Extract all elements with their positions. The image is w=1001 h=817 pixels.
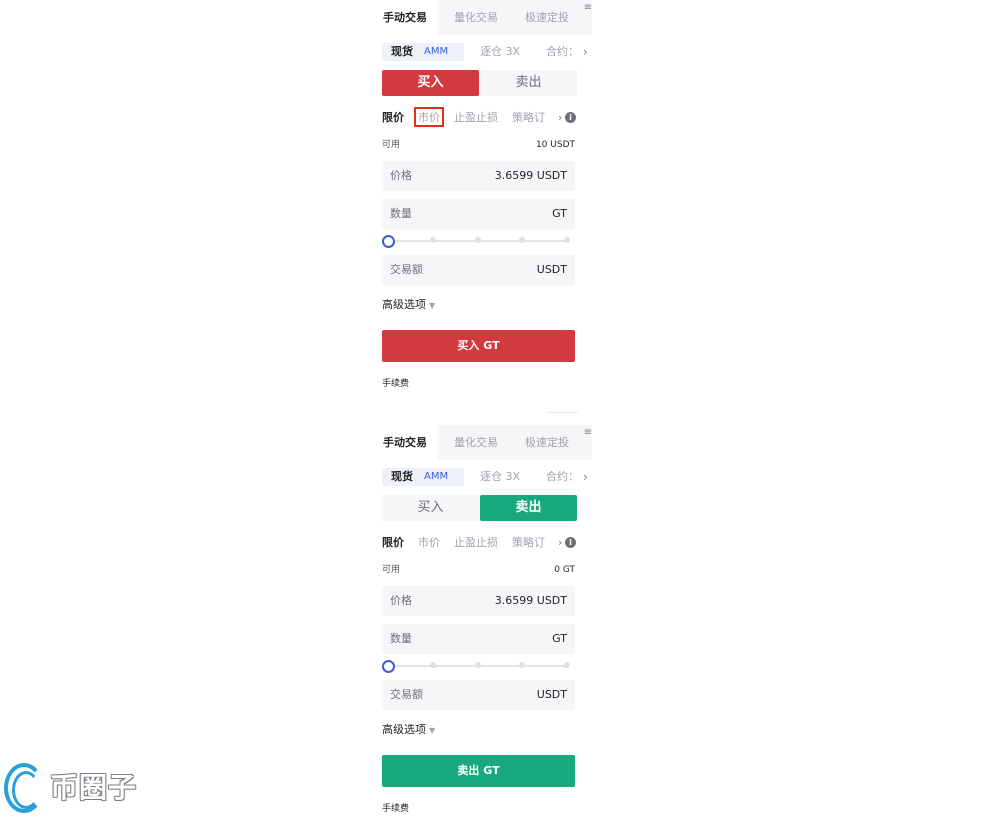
amm-badge: AMM (424, 471, 449, 482)
slider-knob[interactable] (382, 235, 395, 248)
order-type-market[interactable]: 市价 (418, 533, 440, 553)
chevron-right-icon[interactable]: › (558, 108, 562, 128)
total-field[interactable]: 交易额 USDT (382, 680, 575, 710)
amount-slider[interactable] (382, 234, 575, 248)
slider-stop-100[interactable] (564, 237, 570, 243)
contract-tab[interactable]: 合约： (546, 43, 574, 61)
slider-stop-25[interactable] (430, 662, 436, 668)
menu-icon[interactable]: ≡ (584, 428, 592, 438)
total-field[interactable]: 交易额 USDT (382, 255, 575, 285)
total-label: 交易额 (390, 688, 423, 701)
total-unit: USDT (536, 688, 567, 701)
order-type-limit[interactable]: 限价 (382, 108, 404, 128)
order-type-strategy[interactable]: 策略订 (512, 108, 547, 128)
slider-stop-75[interactable] (519, 237, 525, 243)
price-value: 3.6599 USDT (494, 169, 567, 182)
caret-down-icon: ▼ (429, 301, 436, 310)
contract-tab[interactable]: 合约： (546, 468, 574, 486)
quantity-label: 数量 (390, 207, 412, 220)
spot-amm-tab[interactable]: 现货 AMM (382, 468, 464, 486)
tab-auto-invest[interactable]: 极速定投 (525, 0, 569, 35)
quantity-unit: GT (552, 632, 567, 645)
total-unit: USDT (536, 263, 567, 276)
order-type-limit[interactable]: 限价 (382, 533, 404, 553)
slider-stop-25[interactable] (430, 237, 436, 243)
spot-amm-tab[interactable]: 现货 AMM (382, 43, 464, 61)
total-label: 交易额 (390, 263, 423, 276)
fee-label: 手续费 (382, 804, 410, 814)
buy-toggle[interactable]: 买入 (382, 495, 479, 521)
tab-manual-trading[interactable]: 手动交易 (372, 425, 438, 460)
slider-stop-75[interactable] (519, 662, 525, 668)
order-type-tp-sl[interactable]: 止盈止损 (454, 533, 498, 553)
order-type-tp-sl[interactable]: 止盈止损 (454, 108, 498, 128)
buy-sell-switch: 买入 卖出 (382, 70, 577, 96)
slider-knob[interactable] (382, 660, 395, 673)
price-value: 3.6599 USDT (494, 594, 567, 607)
advanced-options-label: 高级选项 (382, 723, 426, 736)
info-icon[interactable]: i (565, 112, 576, 123)
buy-toggle[interactable]: 买入 (382, 70, 479, 96)
order-type-row: 限价 市价 止盈止损 策略订 › i (382, 533, 582, 553)
divider (548, 412, 578, 413)
sell-toggle[interactable]: 卖出 (480, 70, 577, 96)
watermark-text: 币圈子 (50, 771, 138, 804)
tab-quant-trading[interactable]: 量化交易 (454, 0, 498, 35)
available-balance: 可用 10 USDT (382, 138, 575, 152)
available-value: 0 GT (554, 565, 575, 575)
sell-submit-button[interactable]: 卖出 GT (382, 755, 575, 787)
advanced-options-toggle[interactable]: 高级选项 ▼ (382, 721, 435, 739)
advanced-options-toggle[interactable]: 高级选项 ▼ (382, 296, 435, 314)
logo-mark-inner (12, 771, 40, 809)
tab-auto-invest[interactable]: 极速定投 (525, 425, 569, 460)
quantity-field[interactable]: 数量 GT (382, 624, 575, 654)
price-field[interactable]: 价格 3.6599 USDT (382, 586, 575, 616)
menu-icon[interactable]: ≡ (584, 3, 592, 13)
buy-sell-switch: 买入 卖出 (382, 495, 577, 521)
market-type-row: 现货 AMM 逐仓 3X 合约： › (382, 468, 592, 486)
watermark-logo: 币圈子 (0, 757, 160, 817)
price-field[interactable]: 价格 3.6599 USDT (382, 161, 575, 191)
caret-down-icon: ▼ (429, 726, 436, 735)
market-type-row: 现货 AMM 逐仓 3X 合约： › (382, 43, 592, 61)
slider-stop-50[interactable] (475, 237, 481, 243)
tab-quant-trading[interactable]: 量化交易 (454, 425, 498, 460)
quantity-label: 数量 (390, 632, 412, 645)
order-type-row: 限价 市价 止盈止损 策略订 › i (382, 107, 582, 128)
available-label: 可用 (382, 140, 401, 150)
info-icon[interactable]: i (565, 537, 576, 548)
price-label: 价格 (390, 594, 412, 607)
spot-label: 现货 (391, 45, 413, 58)
chevron-right-icon[interactable]: › (558, 533, 562, 553)
trade-mode-tabs: 手动交易 量化交易 极速定投 ≡ (372, 425, 592, 460)
available-balance: 可用 0 GT (382, 563, 575, 577)
market-highlight-box (414, 107, 444, 127)
isolated-margin-tab[interactable]: 逐仓 3X (480, 468, 520, 486)
spot-label: 现货 (391, 470, 413, 483)
trade-mode-tabs: 手动交易 量化交易 极速定投 ≡ (372, 0, 592, 35)
price-label: 价格 (390, 169, 412, 182)
available-value: 10 USDT (535, 140, 575, 150)
fee-label: 手续费 (382, 379, 410, 389)
buy-order-panel: 手动交易 量化交易 极速定投 ≡ 现货 AMM 逐仓 3X 合约： › 买入 卖… (372, 0, 592, 412)
slider-stop-100[interactable] (564, 662, 570, 668)
slider-stop-50[interactable] (475, 662, 481, 668)
amm-badge: AMM (424, 46, 449, 57)
sell-order-panel: 手动交易 量化交易 极速定投 ≡ 现货 AMM 逐仓 3X 合约： › 买入 卖… (372, 425, 592, 817)
amount-slider[interactable] (382, 659, 575, 673)
tab-manual-trading[interactable]: 手动交易 (372, 0, 438, 35)
chevron-right-icon[interactable]: › (583, 468, 588, 486)
order-type-strategy[interactable]: 策略订 (512, 533, 547, 553)
advanced-options-label: 高级选项 (382, 298, 426, 311)
isolated-margin-tab[interactable]: 逐仓 3X (480, 43, 520, 61)
quantity-field[interactable]: 数量 GT (382, 199, 575, 229)
chevron-right-icon[interactable]: › (583, 43, 588, 61)
available-label: 可用 (382, 565, 401, 575)
buy-submit-button[interactable]: 买入 GT (382, 330, 575, 362)
sell-toggle[interactable]: 卖出 (480, 495, 577, 521)
quantity-unit: GT (552, 207, 567, 220)
